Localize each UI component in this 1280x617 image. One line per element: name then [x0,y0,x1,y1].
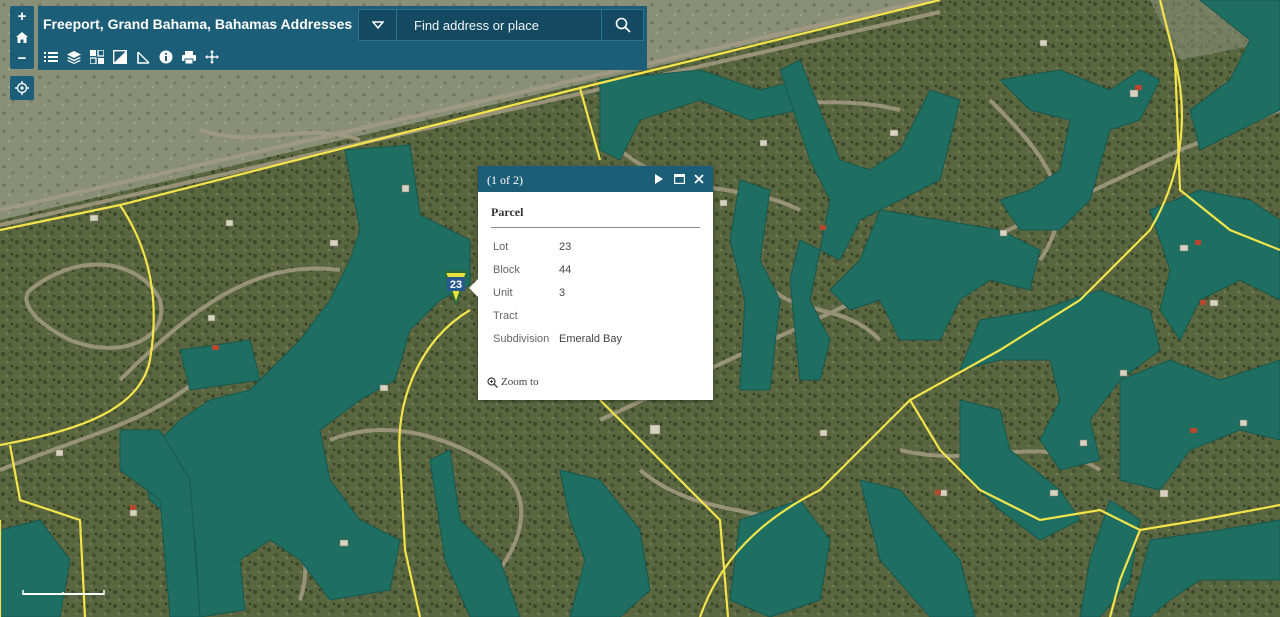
attribute-value: 3 [559,287,566,299]
popup-actions [653,172,705,186]
attribute-row: Block 44 [491,259,624,282]
close-button[interactable] [693,172,705,186]
attribute-value: 23 [559,241,572,253]
popup-layer-title: Parcel [491,205,700,228]
attribute-key: Subdivision [493,333,550,345]
attribute-row: Lot 23 [491,236,624,259]
measure-tool[interactable] [134,48,152,66]
close-icon [694,174,704,184]
attribute-key: Tract [493,310,518,322]
print-icon [182,50,196,64]
play-icon [655,174,663,184]
zoom-to-icon [487,376,498,388]
popup-count: (1 of 2) [487,173,523,187]
app-title: Freeport, Grand Bahama, Bahamas Addresse… [43,16,353,32]
attribute-table: Lot 23 Block 44 Unit 3 Tract Subdivision… [491,236,624,351]
attribute-row: Tract [491,305,624,328]
attribute-value: Emerald Bay [559,333,622,345]
info-icon [159,50,173,64]
overview-tool[interactable] [111,48,129,66]
info-popup: (1 of 2) Parcel Lot 23 Block 44 Unit 3 T… [469,166,713,400]
basemap-gallery-icon [90,50,104,64]
scale-bar [22,590,105,595]
attribute-key: Unit [493,287,513,299]
attribute-value: 44 [559,264,572,276]
next-feature-button[interactable] [653,172,665,186]
zoom-in-button[interactable]: + [10,6,34,27]
marker-label: 23 [450,279,462,291]
layers-tool[interactable] [65,48,83,66]
search-button[interactable] [601,10,643,40]
popup-body: Parcel Lot 23 Block 44 Unit 3 Tract Subd… [478,192,713,351]
overview-map-icon [113,50,127,64]
locate-button[interactable] [10,76,34,100]
about-tool[interactable] [157,48,175,66]
zoom-control: + − [10,6,34,69]
pan-icon [205,50,219,64]
layers-icon [67,50,81,64]
search-box [358,9,644,41]
print-tool[interactable] [180,48,198,66]
search-source-dropdown[interactable] [359,10,397,40]
popup-pointer [469,279,478,297]
maximize-button[interactable] [673,172,685,186]
zoom-to-link[interactable]: Zoom to [487,376,539,388]
app-header: Freeport, Grand Bahama, Bahamas Addresse… [38,6,647,70]
search-input[interactable] [398,10,602,40]
basemap-tool[interactable] [88,48,106,66]
attribute-key: Block [493,264,520,276]
lot-marker[interactable]: 23 [441,270,471,308]
maximize-icon [673,174,685,184]
legend-tool[interactable] [42,48,60,66]
zoom-out-button[interactable]: − [10,48,34,69]
home-icon [16,32,28,43]
locate-icon [15,81,29,95]
pan-tool[interactable] [203,48,221,66]
toolbar [42,48,221,66]
attribute-row: Unit 3 [491,282,624,305]
attribute-row: Subdivision Emerald Bay [491,328,624,351]
chevron-down-icon [371,21,384,29]
popup-header: (1 of 2) [478,166,713,192]
home-button[interactable] [10,27,34,48]
measure-icon [136,51,149,64]
attribute-value [557,305,624,328]
zoom-to-label: Zoom to [501,376,539,388]
search-icon [615,17,631,33]
list-icon [44,52,58,62]
attribute-key: Lot [493,241,509,253]
